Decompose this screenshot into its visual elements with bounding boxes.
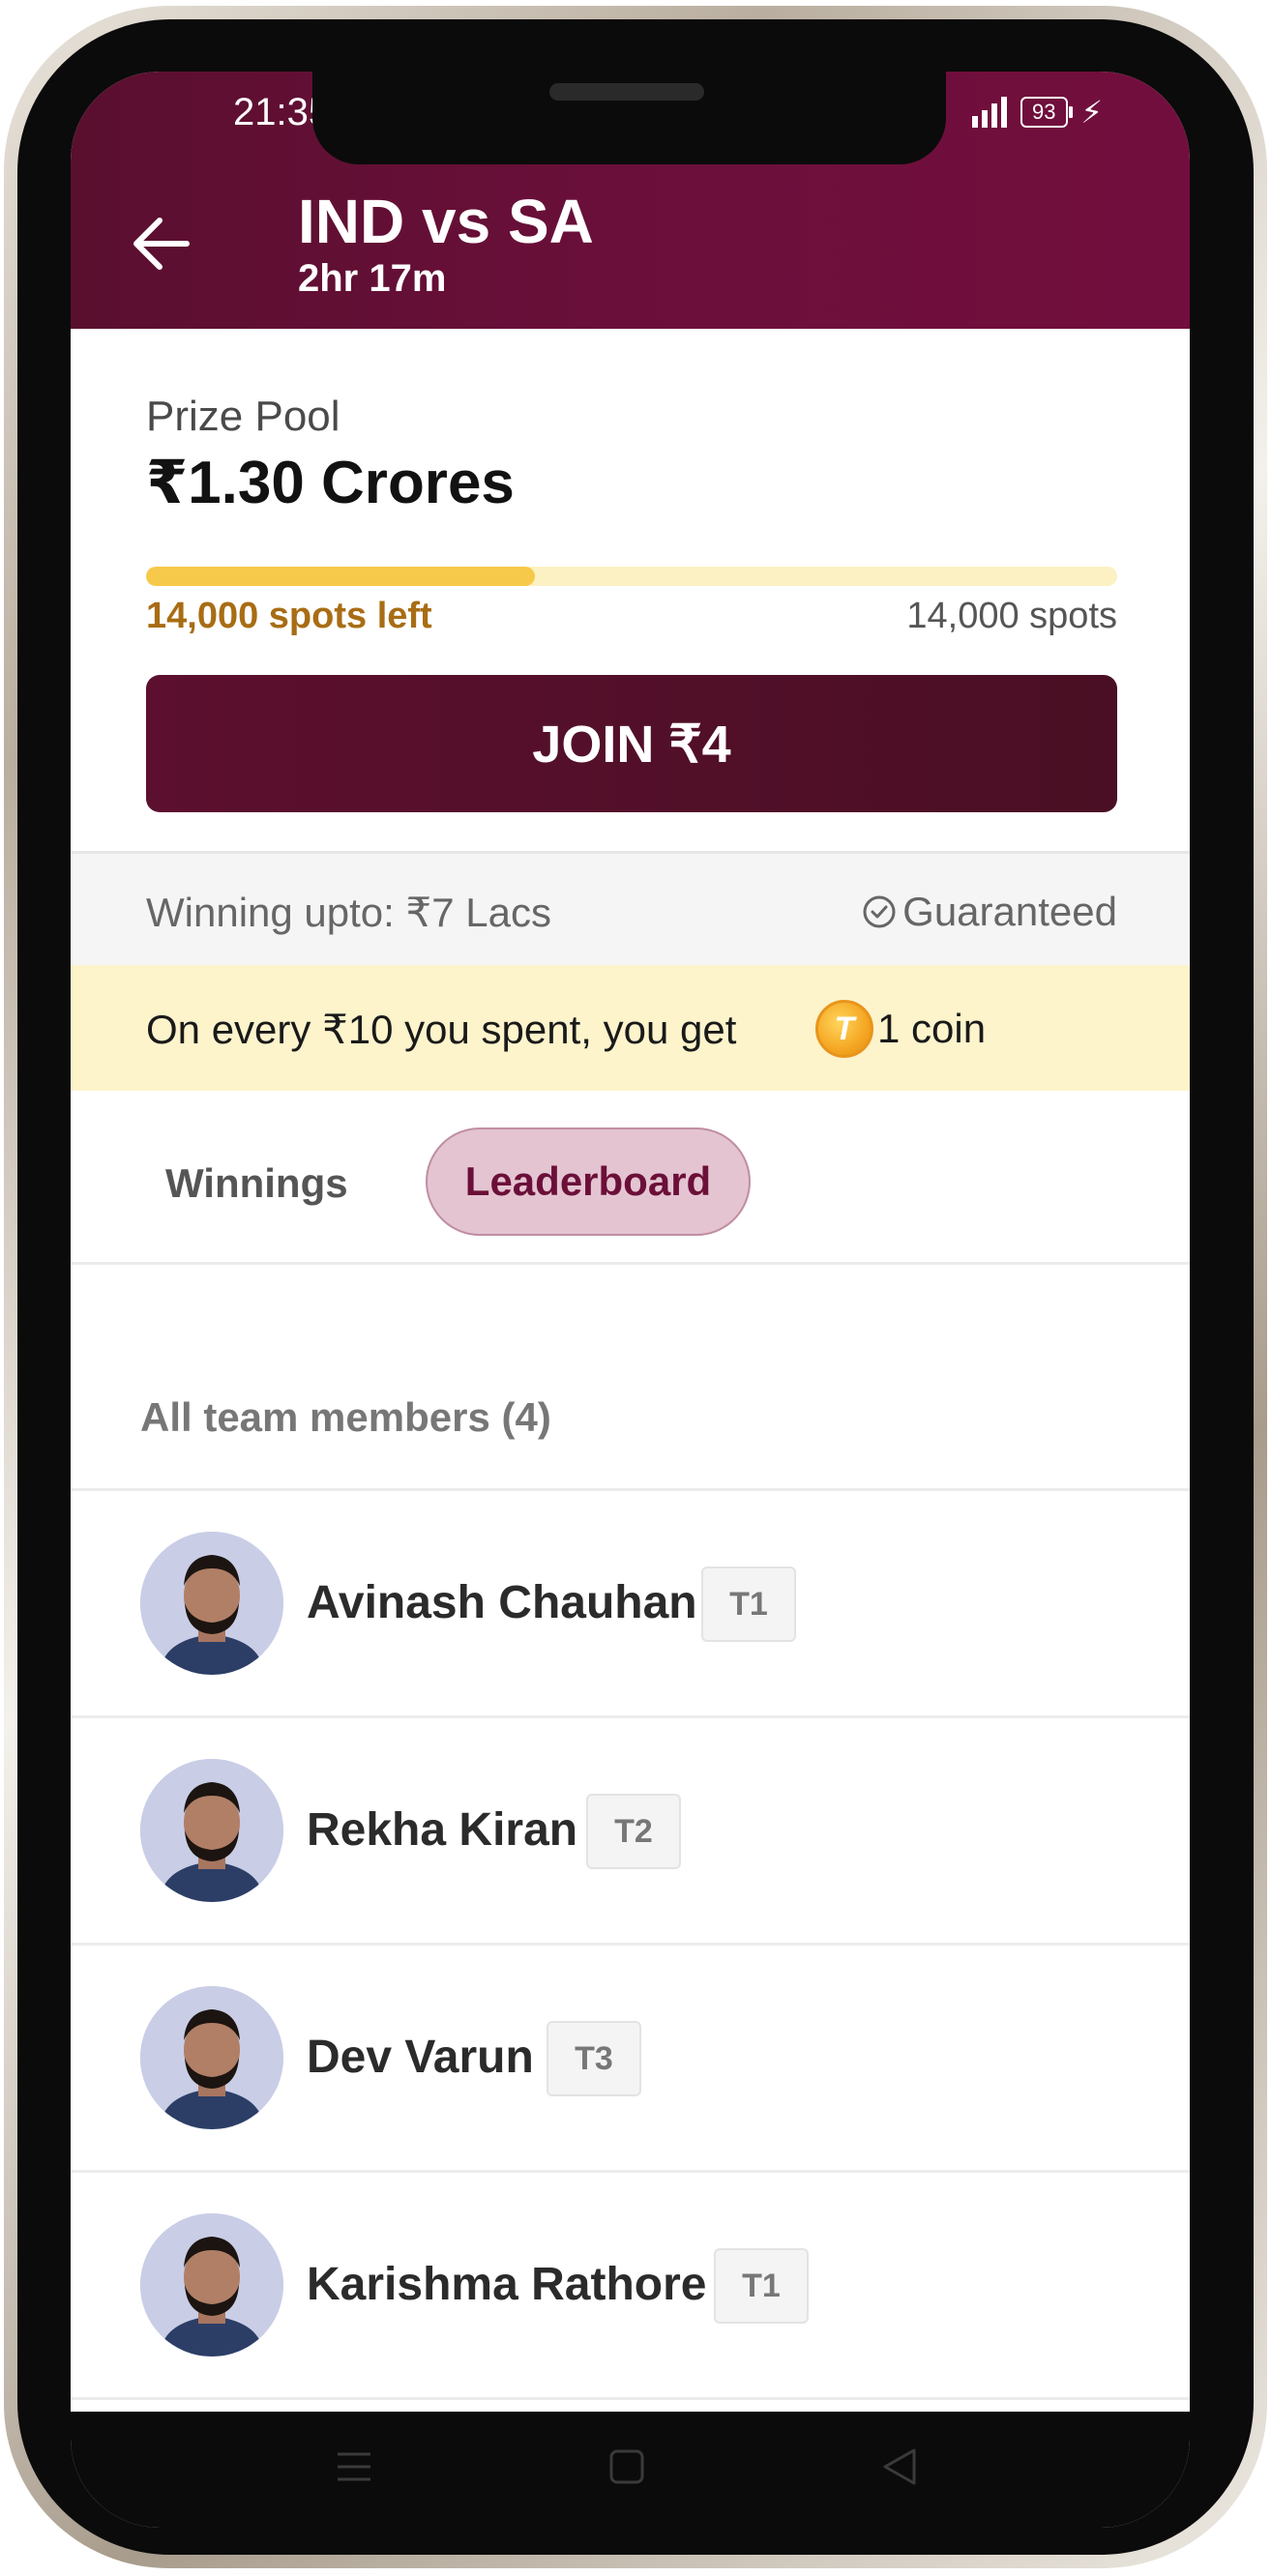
join-button[interactable]: JOIN ₹4: [146, 675, 1117, 812]
home-square-icon[interactable]: [606, 2446, 647, 2487]
winning-info-row: Winning upto: ₹7 Lacs Guaranteed: [71, 851, 1190, 965]
list-item[interactable]: Dev Varun T3: [71, 1946, 1190, 2173]
app-header: 21:35 93 ⚡ IND vs SA 2hr 17m: [71, 72, 1190, 329]
winning-upto: Winning upto: ₹7 Lacs: [146, 890, 551, 935]
tab-winnings[interactable]: Winnings: [165, 1160, 348, 1207]
app-screen: 21:35 93 ⚡ IND vs SA 2hr 17m Prize Pool …: [71, 72, 1190, 2528]
coin-icon: T: [815, 1000, 873, 1058]
back-arrow-icon[interactable]: [131, 215, 191, 273]
signal-icon: [972, 97, 1008, 128]
avatar: [140, 1759, 283, 1902]
player-avatar-icon: [140, 1759, 283, 1902]
avatar: [140, 1532, 283, 1675]
team-badge: T2: [586, 1794, 681, 1869]
list-item[interactable]: Avinash Chauhan T1: [71, 1491, 1190, 1718]
list-item[interactable]: Karishma Rathore T1: [71, 2173, 1190, 2400]
prize-pool-label: Prize Pool: [146, 393, 340, 440]
team-badge: T3: [547, 2021, 641, 2096]
tab-leaderboard[interactable]: Leaderboard: [426, 1127, 751, 1236]
coin-offer-banner: On every ₹10 you spent, you get T 1 coin: [71, 965, 1190, 1091]
status-icons: 93 ⚡: [972, 97, 1103, 128]
menu-icon[interactable]: [334, 2446, 374, 2487]
player-avatar-icon: [140, 1986, 283, 2129]
avatar: [140, 1986, 283, 2129]
coin-reward: 1 coin: [877, 1006, 987, 1051]
player-avatar-icon: [140, 1532, 283, 1675]
player-avatar-icon: [140, 2213, 283, 2356]
avatar: [140, 2213, 283, 2356]
back-triangle-icon[interactable]: [877, 2444, 922, 2489]
list-item[interactable]: Rekha Kiran T2: [71, 1718, 1190, 1946]
member-name: Dev Varun: [307, 2032, 534, 2083]
members-heading: All team members (4): [140, 1394, 551, 1440]
battery-icon: 93: [1020, 97, 1074, 128]
spots-progress-bar: [146, 567, 1117, 586]
match-time-left: 2hr 17m: [298, 257, 447, 300]
spots-total: 14,000 spots: [906, 596, 1117, 636]
member-name: Rekha Kiran: [307, 1804, 578, 1856]
camera-notch: [312, 72, 946, 164]
team-badge: T1: [701, 1566, 796, 1642]
member-list: Avinash Chauhan T1 Rekha Kiran T2 Dev Va…: [71, 1491, 1190, 2400]
tabs: Winnings Leaderboard: [71, 1091, 1190, 1265]
speaker-grille: [549, 83, 704, 101]
member-name: Karishma Rathore: [307, 2259, 707, 2310]
member-name: Avinash Chauhan: [307, 1577, 697, 1628]
spots-progress-fill: [146, 567, 535, 586]
charging-icon: ⚡: [1080, 95, 1103, 130]
guaranteed-badge: Guaranteed: [862, 889, 1117, 935]
system-nav-bar: [71, 2412, 1190, 2528]
check-circle-icon: [863, 895, 896, 928]
coin-offer-text: On every ₹10 you spent, you get: [146, 1007, 737, 1052]
guaranteed-label: Guaranteed: [902, 889, 1117, 934]
team-badge: T1: [714, 2248, 809, 2324]
prize-pool-value: ₹1.30 Crores: [146, 450, 515, 516]
spots-left: 14,000 spots left: [146, 596, 432, 636]
match-title: IND vs SA: [298, 187, 594, 256]
